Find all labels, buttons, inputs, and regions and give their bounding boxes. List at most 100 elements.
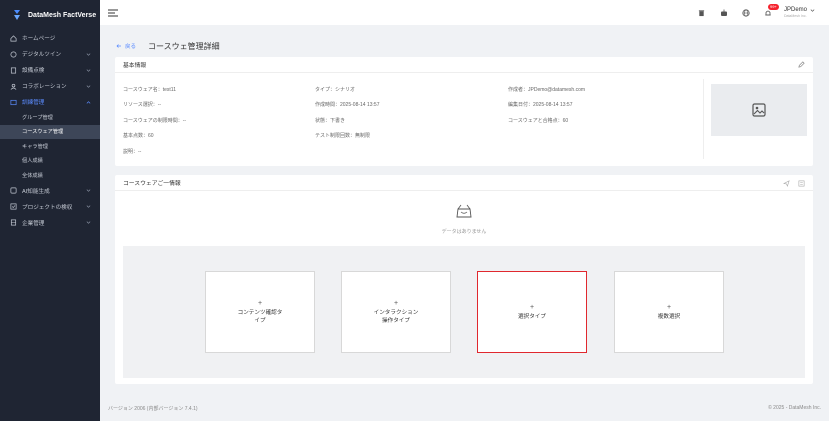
sidebar-item-digital-twin[interactable]: デジタルツイン xyxy=(0,46,100,62)
send-icon[interactable] xyxy=(783,180,790,187)
training-icon xyxy=(9,98,17,106)
cube-icon xyxy=(9,50,17,58)
type-label: 複数選択 xyxy=(657,313,681,320)
empty-text: データはありません xyxy=(441,229,487,235)
empty-box-icon xyxy=(456,204,472,218)
back-button[interactable]: 戻る xyxy=(116,42,136,50)
basic-info-header: 基本情報 xyxy=(115,57,813,73)
users-icon xyxy=(9,82,17,90)
sidebar-item-collaboration[interactable]: コラボレーション xyxy=(0,78,100,94)
sidebar-item-label: ホームページ xyxy=(22,36,56,42)
field-type: タイプ：シナリオ xyxy=(315,87,356,93)
basic-info-card: 基本情報 コースウェア名：test11 タイプ：シナリオ 作成者：JPDemo@… xyxy=(115,57,813,166)
sidebar-item-label: 企業管理 xyxy=(22,220,45,227)
bell-icon[interactable]: 99+ xyxy=(764,3,779,17)
top-header: 99+ JPDemo DataMesh Inc. xyxy=(100,0,829,25)
field-description: 説明：-- xyxy=(123,149,142,155)
sidebar-nav: ホームページ デジタルツイン 設備点検 コラボレーション 訓練管理 グループ管理… xyxy=(0,30,100,231)
sidebar-item-label: コラボレーション xyxy=(22,84,67,90)
sidebar-item-label: AI知能生成 xyxy=(22,188,50,195)
check-icon xyxy=(9,203,17,211)
type-label: 選択タイプ xyxy=(518,313,546,320)
chevron-down-icon xyxy=(86,52,91,56)
home-icon xyxy=(9,34,17,42)
sidebar-item-ai[interactable]: AI知能生成 xyxy=(0,183,100,199)
sidebar-item-label: プロジェクトの検収 xyxy=(22,204,73,211)
sidebar-item-training[interactable]: 訓練管理 xyxy=(0,94,100,110)
page-head: 戻る コースウェ管理詳細 xyxy=(116,40,220,52)
type-label-line2: 操作タイプ xyxy=(382,317,410,324)
image-icon xyxy=(752,103,766,117)
question-info-actions xyxy=(775,180,805,187)
globe-icon[interactable] xyxy=(742,8,750,17)
field-author: 作成者：JPDemo@datamesh.com xyxy=(508,87,586,93)
footer-copyright: © 2025 - DataMesh Inc. xyxy=(768,405,821,411)
plus-icon: + xyxy=(257,299,263,307)
brand-name: DataMesh FactVerse xyxy=(28,11,97,19)
sidebar-subitem-overall-score[interactable]: 全体成績 xyxy=(0,168,100,183)
sidebar-subitem-character[interactable]: キャラ管理 xyxy=(0,139,100,154)
chevron-down-icon xyxy=(810,8,815,12)
type-label-line2: イプ xyxy=(254,317,266,324)
chevron-down-icon xyxy=(86,205,91,208)
sidebar-subitem-personal-score[interactable]: 個人成績 xyxy=(0,154,100,169)
sidebar-subitem-group[interactable]: グループ管理 xyxy=(0,110,100,125)
settings-icon[interactable] xyxy=(798,180,805,187)
back-label: 戻る xyxy=(125,44,137,50)
arrow-left-icon xyxy=(116,44,121,48)
divider xyxy=(703,79,704,159)
question-info-card: コースウェアご一情報 データはありません + コンテンツ確認タ イプ + インタ… xyxy=(115,175,813,384)
chevron-down-icon xyxy=(86,84,91,88)
add-choice-type-button[interactable]: + 選択タイプ xyxy=(477,271,587,353)
menu-toggle-icon[interactable] xyxy=(108,9,118,17)
field-resources: リソース選択：-- xyxy=(123,102,162,108)
question-info-title: コースウェアご一情報 xyxy=(123,181,181,187)
header-actions: 99+ JPDemo DataMesh Inc. xyxy=(684,0,815,25)
user-name: JPDemo xyxy=(783,7,807,13)
robot-icon[interactable] xyxy=(720,9,728,17)
sidebar-item-inspection[interactable]: 設備点検 xyxy=(0,62,100,78)
field-pass-score: コースウェアと合格点：60 xyxy=(508,118,569,124)
question-type-area: + コンテンツ確認タ イプ + インタラクション 操作タイプ + 選択タイプ +… xyxy=(123,246,805,378)
footer: バージョン 2006 (内部バージョン 7.4.1) © 2025 - Data… xyxy=(108,405,821,412)
add-multiple-choice-type-button[interactable]: + 複数選択 xyxy=(614,271,724,353)
chevron-down-icon xyxy=(86,68,91,72)
plus-icon: + xyxy=(393,299,399,307)
chevron-down-icon xyxy=(86,221,91,224)
edit-icon[interactable] xyxy=(798,61,805,68)
chevron-up-icon xyxy=(86,100,91,104)
sidebar-subitem-courseware[interactable]: コースウェア管理 xyxy=(0,124,100,139)
field-status: 状態：下書き xyxy=(315,118,346,124)
question-info-header: コースウェアご一情報 xyxy=(115,175,813,191)
add-interaction-type-button[interactable]: + インタラクション 操作タイプ xyxy=(341,271,451,353)
type-label: インタラクション xyxy=(373,309,419,316)
sidebar-item-enterprise[interactable]: 企業管理 xyxy=(0,215,100,231)
empty-state: データはありません xyxy=(115,202,813,235)
plus-icon: + xyxy=(529,303,535,311)
sidebar-item-acceptance[interactable]: プロジェクトの検収 xyxy=(0,199,100,215)
page-title: コースウェ管理詳細 xyxy=(148,41,220,51)
brand-logo-icon xyxy=(14,10,20,20)
ai-icon xyxy=(9,187,17,195)
basic-info-title: 基本情報 xyxy=(123,63,147,69)
chevron-down-icon xyxy=(86,189,91,192)
clipboard-icon xyxy=(9,66,17,74)
field-time-limit: コースウェアの制限時間：-- xyxy=(123,118,187,124)
type-label: コンテンツ確認タ xyxy=(237,309,283,316)
user-company: DataMesh Inc. xyxy=(783,14,807,18)
sidebar-item-label: デジタルツイン xyxy=(22,52,62,58)
add-content-check-type-button[interactable]: + コンテンツ確認タ イプ xyxy=(205,271,315,353)
footer-version: バージョン 2006 (内部バージョン 7.4.1) xyxy=(108,406,198,412)
sidebar-item-label: 訓練管理 xyxy=(22,100,45,106)
user-menu[interactable]: JPDemo DataMesh Inc. xyxy=(784,7,815,18)
field-created: 作成時間：2025-08-14 13:57 xyxy=(315,102,380,108)
trash-icon[interactable] xyxy=(698,9,706,17)
sidebar-item-home[interactable]: ホームページ xyxy=(0,30,100,46)
brand[interactable]: DataMesh FactVerse xyxy=(0,0,100,30)
field-test-limit: テスト制限回数：無制限 xyxy=(315,133,371,139)
field-edited: 編集日付：2025-08-14 13:57 xyxy=(508,102,573,108)
field-base-score: 基本点数：60 xyxy=(123,133,154,139)
notification-badge: 99+ xyxy=(767,3,779,10)
plus-icon: + xyxy=(666,303,672,311)
cover-image-placeholder[interactable] xyxy=(711,84,807,136)
